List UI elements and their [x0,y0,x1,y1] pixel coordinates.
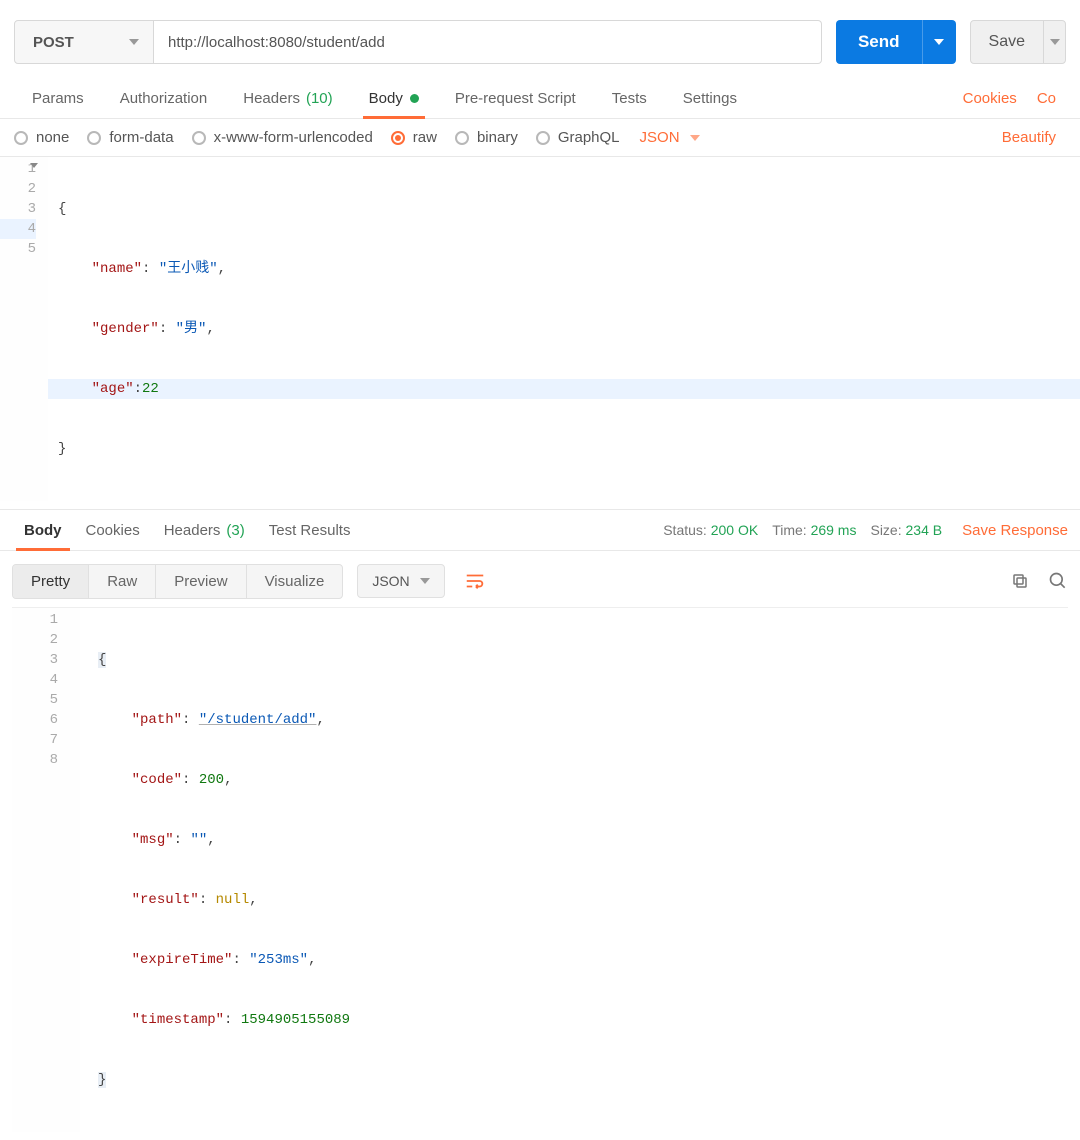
editor-code[interactable]: { "path": "/student/add", "code": 200, "… [80,608,1068,1132]
resp-tab-headers[interactable]: Headers (3) [152,510,257,550]
save-split-button[interactable] [1043,21,1065,63]
raw-type-select[interactable]: JSON [640,129,700,146]
body-option-form-data[interactable]: form-data [87,129,173,146]
send-button-group: Send [836,20,956,64]
option-label: form-data [109,129,173,146]
resp-tab-cookies[interactable]: Cookies [74,510,152,550]
method-value: POST [33,34,74,51]
tab-settings[interactable]: Settings [665,79,755,118]
resp-headers-label: Headers [164,522,221,539]
headers-count: (10) [306,90,333,107]
cookies-link[interactable]: Cookies [953,90,1027,107]
tab-pre-request[interactable]: Pre-request Script [437,79,594,118]
option-label: x-www-form-urlencoded [214,129,373,146]
fold-icon[interactable] [30,163,38,168]
option-label: binary [477,129,518,146]
method-select[interactable]: POST [14,20,154,64]
resp-headers-count: (3) [226,522,244,539]
view-mode-segment: Pretty Raw Preview Visualize [12,564,343,599]
tab-headers-label: Headers [243,90,300,107]
save-button-group: Save [970,20,1066,64]
body-option-raw[interactable]: raw [391,129,437,146]
response-header: Body Cookies Headers (3) Test Results St… [0,509,1080,551]
option-label: GraphQL [558,129,620,146]
response-type-label: JSON [372,573,409,589]
view-raw[interactable]: Raw [89,565,156,598]
resp-status: Status: 200 OK [663,522,758,538]
editor-gutter: 1 2 3 4 5 6 7 8 [12,608,80,1132]
tab-authorization[interactable]: Authorization [102,79,226,118]
raw-type-label: JSON [640,129,680,146]
response-type-select[interactable]: JSON [357,564,444,598]
radio-icon [391,131,405,145]
body-option-none[interactable]: none [14,129,69,146]
search-icon [1048,571,1068,591]
tab-headers[interactable]: Headers (10) [225,79,350,118]
chevron-down-icon [934,39,944,45]
tab-body[interactable]: Body [351,79,437,118]
body-option-graphql[interactable]: GraphQL [536,129,620,146]
option-label: raw [413,129,437,146]
response-body-editor[interactable]: 1 2 3 4 5 6 7 8 { "path": "/student/add"… [12,607,1068,1140]
code-link[interactable]: Co [1027,90,1066,107]
send-button[interactable]: Send [836,32,922,52]
request-row: POST Send Save [0,0,1080,79]
save-button[interactable]: Save [971,33,1043,51]
resp-size: Size: 234 B [870,522,942,538]
chevron-down-icon [690,135,700,141]
wrap-lines-button[interactable] [457,563,493,599]
view-preview[interactable]: Preview [156,565,246,598]
view-pretty[interactable]: Pretty [13,565,89,598]
response-view-toolbar: Pretty Raw Preview Visualize JSON [0,551,1080,607]
chevron-down-icon [129,39,139,45]
body-option-xwww[interactable]: x-www-form-urlencoded [192,129,373,146]
copy-response-button[interactable] [1010,571,1030,591]
resp-tab-body[interactable]: Body [12,510,74,550]
search-response-button[interactable] [1048,571,1068,591]
editor-gutter: 1 2 3 4 5 [0,157,48,501]
dot-indicator-icon [410,94,419,103]
option-label: none [36,129,69,146]
radio-icon [192,131,206,145]
radio-icon [87,131,101,145]
tab-body-label: Body [369,90,403,107]
request-tabs: Params Authorization Headers (10) Body P… [0,79,1080,119]
request-body-editor[interactable]: 1 2 3 4 5 { "name": "王小贱", "gender": "男"… [0,156,1080,509]
radio-icon [536,131,550,145]
copy-icon [1011,572,1029,590]
body-type-options: none form-data x-www-form-urlencoded raw… [0,119,1080,156]
resp-tab-test-results[interactable]: Test Results [257,510,363,550]
tab-params[interactable]: Params [14,79,102,118]
send-split-button[interactable] [922,20,956,64]
radio-icon [14,131,28,145]
radio-icon [455,131,469,145]
save-response-link[interactable]: Save Response [962,522,1068,539]
beautify-link[interactable]: Beautify [992,129,1066,146]
view-visualize[interactable]: Visualize [247,565,343,598]
tab-tests[interactable]: Tests [594,79,665,118]
editor-code[interactable]: { "name": "王小贱", "gender": "男", "age":22… [48,157,1080,501]
chevron-down-icon [420,578,430,584]
wrap-icon [464,570,486,592]
chevron-down-icon [1050,39,1060,45]
resp-time: Time: 269 ms [772,522,856,538]
request-url-input[interactable] [154,20,822,64]
body-option-binary[interactable]: binary [455,129,518,146]
